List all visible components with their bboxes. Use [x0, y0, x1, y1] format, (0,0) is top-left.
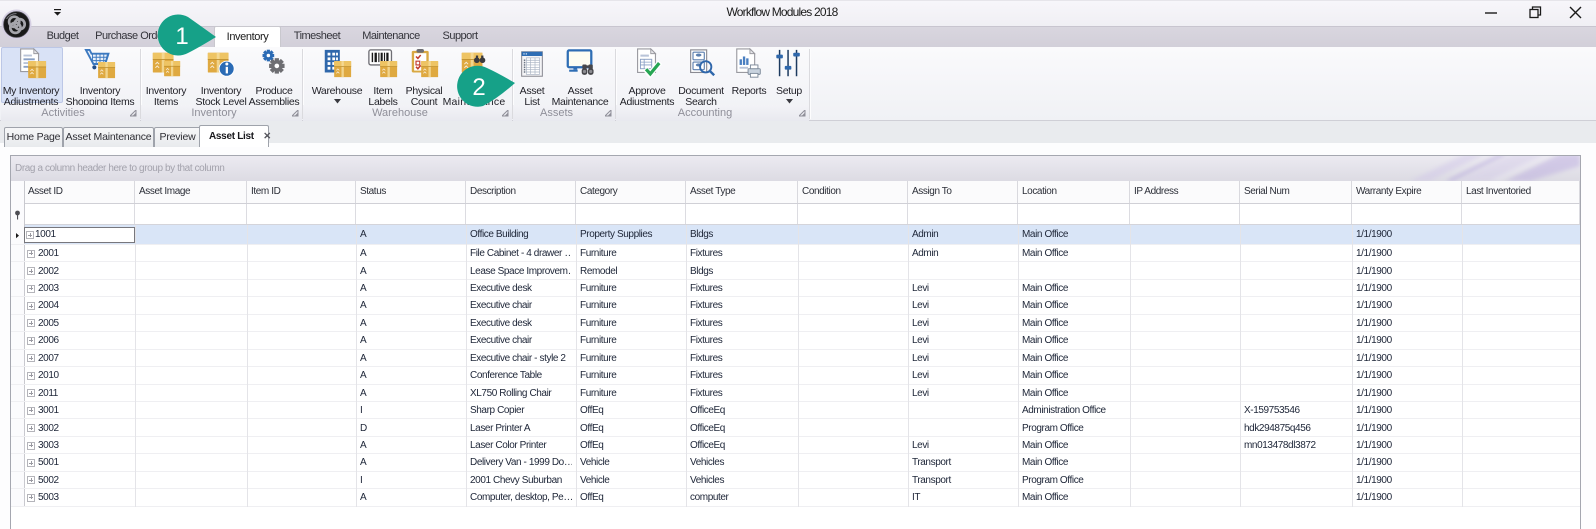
svg-text:1: 1	[175, 23, 188, 50]
svg-text:2: 2	[472, 74, 485, 101]
